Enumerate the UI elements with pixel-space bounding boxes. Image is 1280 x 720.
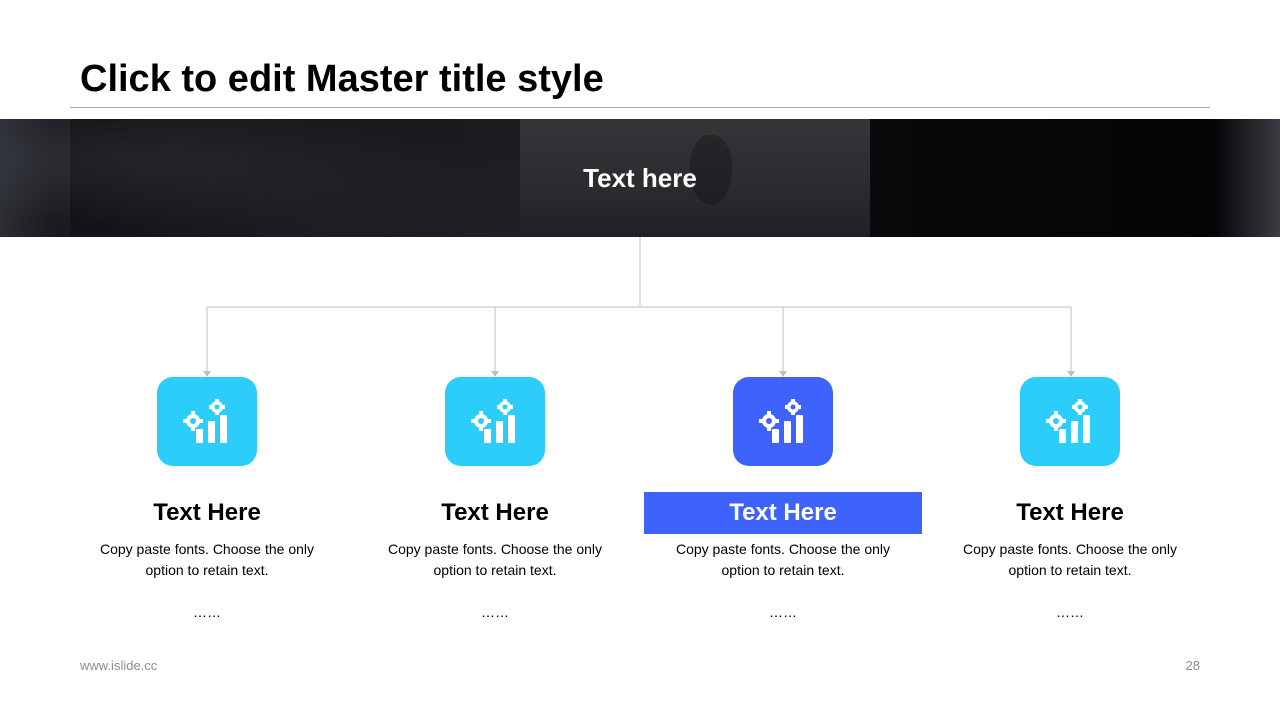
item-ellipsis: ……	[481, 604, 509, 620]
gear-bar-chart-icon	[759, 398, 803, 443]
item-title: Text Here	[441, 499, 549, 526]
item-icon-box	[1020, 377, 1120, 466]
item-icon-box-active	[733, 377, 833, 466]
gear-bar-chart-icon	[183, 398, 227, 443]
item-description: Copy paste fonts. Choose the only option …	[387, 541, 603, 578]
item-description: Copy paste fonts. Choose the only option …	[675, 541, 891, 578]
page-number: 28	[1185, 658, 1200, 673]
item-title-highlighted: Text Here	[644, 492, 922, 534]
item-icon-box	[157, 377, 257, 466]
item-ellipsis: ……	[193, 604, 221, 620]
item-description: Copy paste fonts. Choose the only option …	[99, 541, 315, 578]
gear-bar-chart-icon	[1046, 398, 1090, 443]
item-title: Text Here	[153, 499, 261, 526]
item-ellipsis: ……	[1056, 604, 1084, 620]
item-description: Copy paste fonts. Choose the only option …	[962, 541, 1178, 578]
gear-bar-chart-icon	[471, 398, 515, 443]
item-ellipsis: ……	[769, 604, 797, 620]
footer-url: www.islide.cc	[80, 658, 158, 673]
item-icon-box	[445, 377, 545, 466]
item-title: Text Here	[1016, 499, 1124, 526]
